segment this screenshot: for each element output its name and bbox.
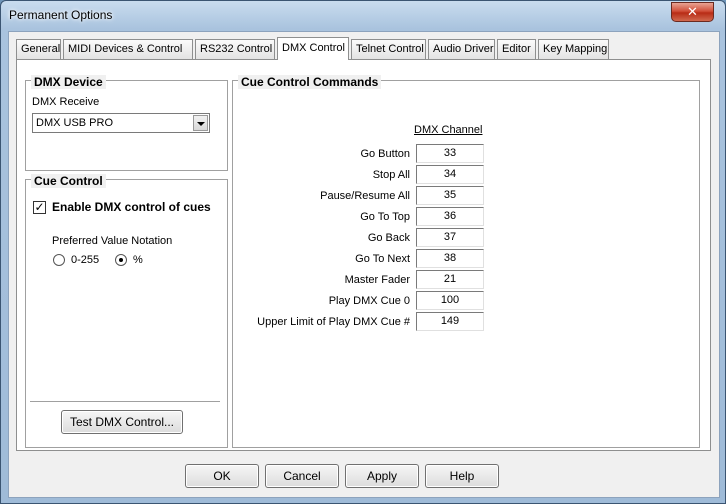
radio-percent-label[interactable]: %: [133, 254, 143, 266]
master-fader-field[interactable]: 21: [416, 270, 484, 289]
radio-percent[interactable]: [115, 254, 127, 266]
go-to-top-field[interactable]: 36: [416, 207, 484, 226]
dmx-tab-panel: DMX Device DMX Receive DMX USB PRO Cue C…: [16, 59, 711, 451]
go-back-label: Go Back: [367, 232, 410, 244]
go-button-field[interactable]: 33: [416, 144, 484, 163]
upper-limit-label: Upper Limit of Play DMX Cue #: [257, 316, 410, 328]
dmx-receive-label: DMX Receive: [32, 96, 100, 108]
cancel-button[interactable]: Cancel: [265, 464, 339, 488]
tab-key-mapping[interactable]: Key Mapping: [538, 39, 609, 59]
go-to-top-label: Go To Top: [360, 211, 410, 223]
tab-rs232[interactable]: RS232 Control: [195, 39, 275, 59]
tab-editor[interactable]: Editor: [497, 39, 536, 59]
ok-button[interactable]: OK: [185, 464, 259, 488]
go-to-next-field[interactable]: 38: [416, 249, 484, 268]
dmx-receive-select[interactable]: DMX USB PRO: [32, 113, 210, 133]
upper-limit-field[interactable]: 149: [416, 312, 484, 331]
cue-commands-title: Cue Control Commands: [238, 75, 382, 89]
title-bar[interactable]: Permanent Options ✕: [1, 1, 725, 31]
dmx-device-group: DMX Device DMX Receive DMX USB PRO: [25, 75, 228, 171]
dmx-receive-value: DMX USB PRO: [36, 117, 114, 129]
tab-general[interactable]: General: [16, 39, 61, 59]
dmx-device-title: DMX Device: [31, 75, 106, 89]
tab-midi-devices[interactable]: MIDI Devices & Control: [63, 39, 193, 59]
radio-0-255-label[interactable]: 0-255: [71, 254, 99, 266]
options-window: Permanent Options ✕ General MIDI Devices…: [0, 0, 726, 504]
enable-dmx-checkbox[interactable]: ✓: [33, 201, 46, 214]
window-title: Permanent Options: [9, 8, 113, 22]
go-button-label: Go Button: [360, 148, 410, 160]
go-back-field[interactable]: 37: [416, 228, 484, 247]
apply-button[interactable]: Apply: [345, 464, 419, 488]
master-fader-label: Master Fader: [344, 274, 410, 286]
cue-control-title: Cue Control: [31, 174, 106, 188]
stop-all-label: Stop All: [372, 169, 410, 181]
tab-telnet[interactable]: Telnet Control: [351, 39, 426, 59]
help-button[interactable]: Help: [425, 464, 499, 488]
pause-resume-label: Pause/Resume All: [320, 190, 410, 202]
notation-label: Preferred Value Notation: [52, 235, 173, 247]
stop-all-field[interactable]: 34: [416, 165, 484, 184]
radio-0-255[interactable]: [53, 254, 65, 266]
test-dmx-control-button[interactable]: Test DMX Control...: [61, 410, 183, 434]
dmx-channel-header: DMX Channel: [414, 124, 483, 136]
close-button[interactable]: ✕: [671, 2, 714, 22]
go-to-next-label: Go To Next: [355, 253, 410, 265]
chevron-down-icon[interactable]: [193, 115, 208, 131]
dialog-client: General MIDI Devices & Control RS232 Con…: [8, 31, 720, 498]
pause-resume-field[interactable]: 35: [416, 186, 484, 205]
tab-dmx-control[interactable]: DMX Control: [277, 37, 349, 60]
tab-audio-driver[interactable]: Audio Driver: [428, 39, 495, 59]
divider: [30, 401, 220, 403]
checkmark-icon: ✓: [34, 200, 45, 214]
play-dmx-cue-0-label: Play DMX Cue 0: [328, 295, 410, 307]
enable-dmx-label[interactable]: Enable DMX control of cues: [52, 200, 211, 214]
cue-control-group: Cue Control ✓ Enable DMX control of cues…: [25, 174, 228, 448]
close-icon: ✕: [687, 4, 698, 19]
cue-commands-group: Cue Control Commands DMX Channel Go Butt…: [232, 75, 700, 448]
play-dmx-cue-0-field[interactable]: 100: [416, 291, 484, 310]
